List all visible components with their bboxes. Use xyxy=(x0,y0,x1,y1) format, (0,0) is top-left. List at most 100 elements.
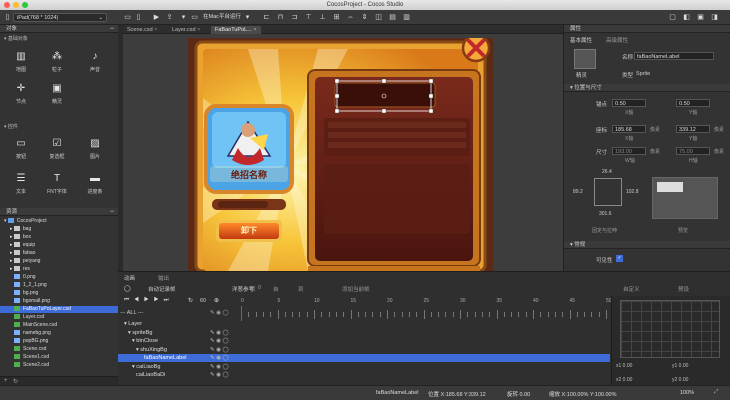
game-preview[interactable]: 绝招名称 卸下 xyxy=(188,38,493,271)
control-checkbox[interactable]: ☑ 复选框 xyxy=(40,138,74,160)
loop-icon[interactable]: ↻ xyxy=(188,297,193,304)
panel-layout-4-icon[interactable]: ◨ xyxy=(710,13,719,22)
same-width-icon[interactable]: ▤ xyxy=(388,13,397,22)
control-image[interactable]: ▨ 图片 xyxy=(78,138,112,160)
preset-curve-tab[interactable]: 预设 xyxy=(678,285,689,293)
run-target-select[interactable]: 在Mac平台运行 xyxy=(203,13,241,22)
basic-objects-section[interactable]: ▾ 基础对象 xyxy=(4,35,28,42)
basic-object-sound[interactable]: ♪ 声音 xyxy=(78,51,112,73)
layer-visibility-icon[interactable]: ✎ ◉ ◯ xyxy=(210,329,229,337)
frame-field[interactable]: 0 xyxy=(258,285,261,291)
easing-curve-panel[interactable]: x1 0.00 y1 0.00 x2 0.00 y2 0.00 xyxy=(611,296,730,388)
control-fnt[interactable]: T FNT字体 xyxy=(40,173,74,195)
curve-y1[interactable]: y1 0.00 xyxy=(672,363,688,369)
controls-section[interactable]: ▾ 控件 xyxy=(4,123,18,130)
align-center-icon[interactable]: ⊓ xyxy=(276,13,285,22)
refresh-icon[interactable]: ↻ xyxy=(13,378,18,385)
run-dropdown-icon[interactable]: ▾ xyxy=(179,13,188,22)
resource-file[interactable]: Scene1.csd xyxy=(0,354,118,361)
panel-layout-3-icon[interactable]: ▣ xyxy=(696,13,705,22)
same-size-icon[interactable]: ◫ xyxy=(374,13,383,22)
resource-file[interactable]: Layer.csd xyxy=(0,314,118,321)
size-h-field[interactable]: 75.00 xyxy=(676,147,710,155)
minimize-window-button[interactable] xyxy=(13,2,19,8)
control-progress[interactable]: ▬ 进度条 xyxy=(78,173,112,195)
panel-menu-icon[interactable]: ▪▪ xyxy=(110,25,114,33)
resource-folder[interactable]: ▸ bag xyxy=(0,226,118,233)
timeline-layer[interactable]: ▾ spriteBg ✎ ◉ ◯ xyxy=(118,329,240,337)
tab-output[interactable]: 输出 xyxy=(158,274,169,282)
align-middle-icon[interactable]: ⊥ xyxy=(318,13,327,22)
panel-layout-2-icon[interactable]: ◧ xyxy=(682,13,691,22)
tab-fabaotupo[interactable]: FaBaoTuPoL... × xyxy=(211,26,261,34)
curve-y2[interactable]: y2 0.00 xyxy=(672,377,688,383)
anchor-layout-box[interactable] xyxy=(594,178,622,206)
name-field[interactable]: faBaoNameLabel xyxy=(634,52,714,60)
size-w-field[interactable]: 193.00 xyxy=(612,147,646,155)
position-size-section[interactable]: ▾ 位置与尺寸 xyxy=(564,84,730,92)
align-right-icon[interactable]: ⊐ xyxy=(290,13,299,22)
zoom-timeline-icon[interactable]: ⊕ xyxy=(214,297,219,304)
resource-file[interactable]: Scene.csd xyxy=(0,346,118,353)
resource-folder[interactable]: ▸ box xyxy=(0,234,118,241)
layer-visibility-icon[interactable]: ✎ ◉ ◯ xyxy=(210,346,229,354)
align-top-icon[interactable]: ⊤ xyxy=(304,13,313,22)
curve-x2[interactable]: x2 0.00 xyxy=(616,377,632,383)
resource-folder[interactable]: ▸ fabao xyxy=(0,250,118,257)
resource-file[interactable]: Scene2.csd xyxy=(0,362,118,369)
visible-checkbox[interactable]: ✓ xyxy=(616,255,623,262)
resource-folder[interactable]: ▸ equip xyxy=(0,242,118,249)
anchor-x-field[interactable]: 0.50 xyxy=(612,99,646,107)
control-text[interactable]: ☰ 文本 xyxy=(4,173,38,195)
timeline-layer[interactable]: caiLiaoBaDi ✎ ◉ ◯ xyxy=(118,371,240,379)
timeline-layer[interactable]: faBaoNameLabel ✎ ◉ ◯ xyxy=(118,354,610,362)
landscape-icon[interactable]: ▭ xyxy=(123,13,132,22)
resource-file[interactable]: 1_2_1.png xyxy=(0,282,118,289)
margin-bottom[interactable]: 301.6 xyxy=(599,211,612,217)
add-frame-button[interactable]: 添加当前帧 xyxy=(342,285,370,293)
position-x-field[interactable]: 185.68 xyxy=(612,125,646,133)
timeline-layer[interactable]: ▾ Layer xyxy=(118,320,240,328)
align-left-icon[interactable]: ⊏ xyxy=(262,13,271,22)
resource-project-root[interactable]: ▾ CocosProject xyxy=(0,218,118,225)
align-bottom-icon[interactable]: ⊞ xyxy=(332,13,341,22)
layer-visibility-icon[interactable]: ✎ ◉ ◯ xyxy=(210,371,229,379)
auto-record-toggle[interactable]: 自动记录帧 xyxy=(148,285,176,293)
close-window-button[interactable] xyxy=(4,2,10,8)
close-tab-icon[interactable]: × xyxy=(253,27,256,33)
curve-x1[interactable]: x1 0.00 xyxy=(616,363,632,369)
basic-object-sprite[interactable]: ▣ 精灵 xyxy=(40,83,74,105)
resource-file[interactable]: FaBaoTuPoLayer.csd xyxy=(0,306,118,313)
zoom-window-button[interactable] xyxy=(22,2,28,8)
layer-visibility-icon[interactable]: ✎ ◉ ◯ xyxy=(210,363,229,371)
distribute-v-icon[interactable]: ⇕ xyxy=(360,13,369,22)
margin-left[interactable]: 89.2 xyxy=(573,189,583,195)
resource-file[interactable]: MainScene.csd xyxy=(0,322,118,329)
tab-advanced-properties[interactable]: 高级属性 xyxy=(606,36,628,44)
layer-filter-select[interactable]: --- ALL --- xyxy=(120,310,143,316)
position-y-field[interactable]: 339.12 xyxy=(676,125,710,133)
layer-visibility-icon[interactable]: ✎ ◉ ◯ xyxy=(210,337,229,345)
tab-scene[interactable]: Scene.csd × xyxy=(123,26,161,34)
anchor-y-field[interactable]: 0.50 xyxy=(676,99,710,107)
fps-field[interactable]: 60 xyxy=(200,298,206,304)
settings-icon[interactable]: ▾ xyxy=(243,13,252,22)
tab-animation[interactable]: 动画 xyxy=(124,274,135,282)
lock-all-icon[interactable]: ✎ ◉ ◯ xyxy=(210,310,229,316)
resource-file[interactable]: 0.png xyxy=(0,274,118,281)
add-resource-icon[interactable]: + xyxy=(4,378,8,384)
general-section[interactable]: ▾ 常规 xyxy=(564,241,730,249)
playhead[interactable] xyxy=(241,306,242,321)
resource-file[interactable]: bg.png xyxy=(0,290,118,297)
timeline-ruler[interactable]: 0 5 10 15 20 25 30 35 40 45 50 xyxy=(241,298,612,321)
tab-basic-properties[interactable]: 基本属性 xyxy=(570,36,592,44)
zoom-select[interactable]: 100% xyxy=(680,390,694,396)
resource-file[interactable]: namebg.png xyxy=(0,330,118,337)
fullscreen-icon[interactable]: ⤢ xyxy=(714,389,718,396)
curve-grid[interactable] xyxy=(620,300,720,358)
margin-right[interactable]: 102.8 xyxy=(626,189,639,195)
control-button[interactable]: ▭ 按钮 xyxy=(4,138,38,160)
panel-layout-1-icon[interactable]: ▢ xyxy=(668,13,677,22)
resource-folder[interactable]: ▸ peiyang xyxy=(0,258,118,265)
layer-visibility-icon[interactable]: ✎ ◉ ◯ xyxy=(210,354,229,362)
